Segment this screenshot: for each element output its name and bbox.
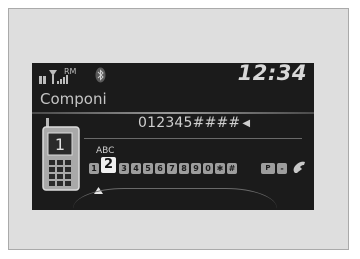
key-1[interactable]: 1 [89, 163, 99, 174]
number-entry: 012345#### ◀ [92, 115, 308, 137]
screen-title: Componi [40, 90, 107, 108]
phone-icon: 1 [42, 118, 80, 191]
key-dash[interactable]: - [277, 163, 287, 174]
dialed-number-row: 012345#### ◀ [138, 115, 250, 131]
title-divider [32, 112, 314, 114]
selected-key-letters: ABC [96, 146, 115, 156]
dialed-number: 012345#### [138, 115, 241, 131]
display-screen: RM 12:34 Componi 1 012345#### ◀ ABC 1 2 3… [32, 63, 314, 210]
phone-line-number: 1 [55, 135, 65, 154]
bluetooth-icon [95, 67, 106, 83]
key-0[interactable]: 0 [203, 163, 213, 174]
number-underline [84, 138, 302, 139]
bottom-arc-decoration [73, 188, 277, 210]
key-3[interactable]: 3 [119, 163, 129, 174]
key-9[interactable]: 9 [191, 163, 201, 174]
handset-icon[interactable] [292, 160, 308, 175]
key-4[interactable]: 4 [131, 163, 141, 174]
status-bar: RM 12:34 [32, 63, 314, 89]
roaming-label: RM [64, 67, 77, 76]
keypad-row: 1 2 3 4 5 6 7 8 9 0 ✱ # P - [89, 157, 313, 177]
key-pause[interactable]: P [261, 163, 275, 174]
signal-strength-icon: RM [39, 67, 77, 84]
key-hash[interactable]: # [227, 163, 237, 174]
key-8[interactable]: 8 [179, 163, 189, 174]
key-star[interactable]: ✱ [215, 163, 225, 174]
backspace-caret-icon: ◀ [242, 118, 251, 129]
key-6[interactable]: 6 [155, 163, 165, 174]
key-2-selected[interactable]: 2 [101, 157, 116, 173]
clock: 12:34 [237, 63, 307, 85]
key-7[interactable]: 7 [167, 163, 177, 174]
key-5[interactable]: 5 [143, 163, 153, 174]
